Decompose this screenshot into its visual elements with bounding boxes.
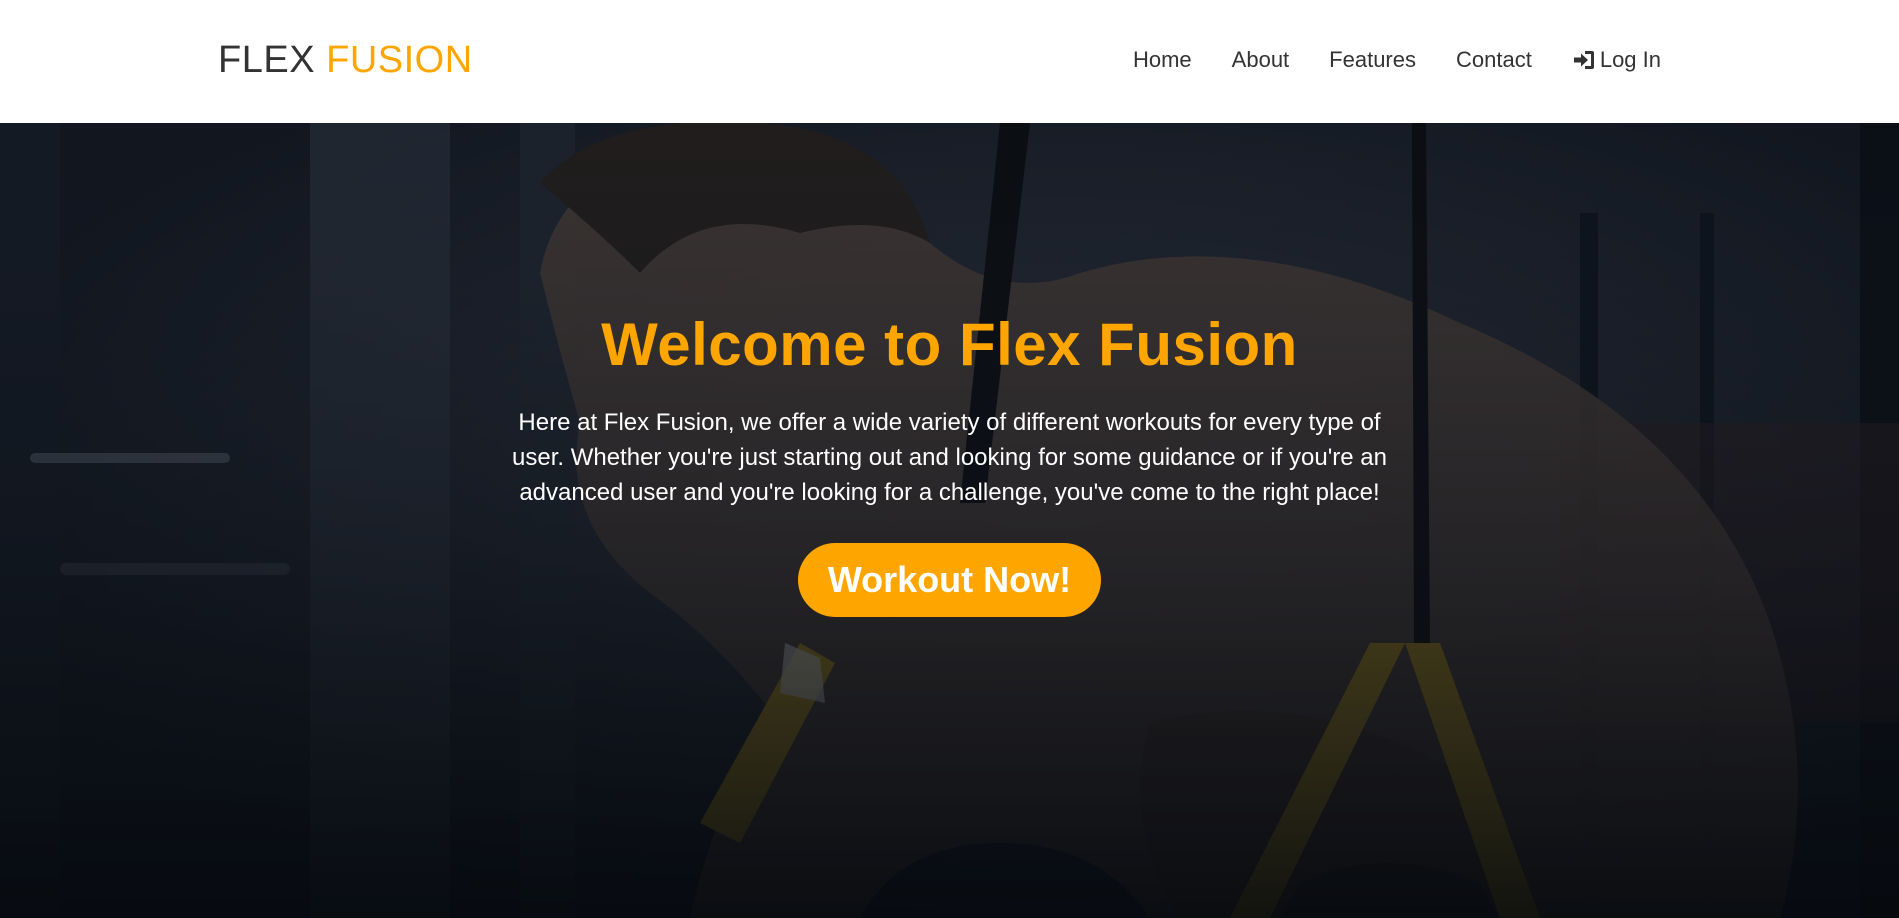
navbar: FLEX FUSION Home About Features Contact … bbox=[0, 0, 1899, 123]
brand-part-flex: FLEX bbox=[218, 39, 316, 81]
hero-content: Welcome to Flex Fusion Here at Flex Fusi… bbox=[0, 311, 1899, 617]
workout-now-button[interactable]: Workout Now! bbox=[798, 543, 1101, 617]
sign-in-icon bbox=[1573, 51, 1594, 69]
brand-logo[interactable]: FLEX FUSION bbox=[218, 38, 473, 82]
nav-links: Home About Features Contact Log In bbox=[1133, 46, 1661, 74]
nav-features-link[interactable]: Features bbox=[1329, 46, 1416, 74]
hero-description: Here at Flex Fusion, we offer a wide var… bbox=[512, 409, 1387, 506]
hero-title: Welcome to Flex Fusion bbox=[601, 311, 1298, 378]
nav-about-link[interactable]: About bbox=[1232, 46, 1290, 74]
nav-login-link[interactable]: Log In bbox=[1572, 46, 1661, 74]
nav-contact-link[interactable]: Contact bbox=[1456, 46, 1532, 74]
nav-login-label: Log In bbox=[1599, 47, 1661, 72]
nav-home-link[interactable]: Home bbox=[1133, 46, 1192, 74]
brand-part-fusion: FUSION bbox=[326, 39, 473, 81]
hero-section: Welcome to Flex Fusion Here at Flex Fusi… bbox=[0, 123, 1899, 918]
